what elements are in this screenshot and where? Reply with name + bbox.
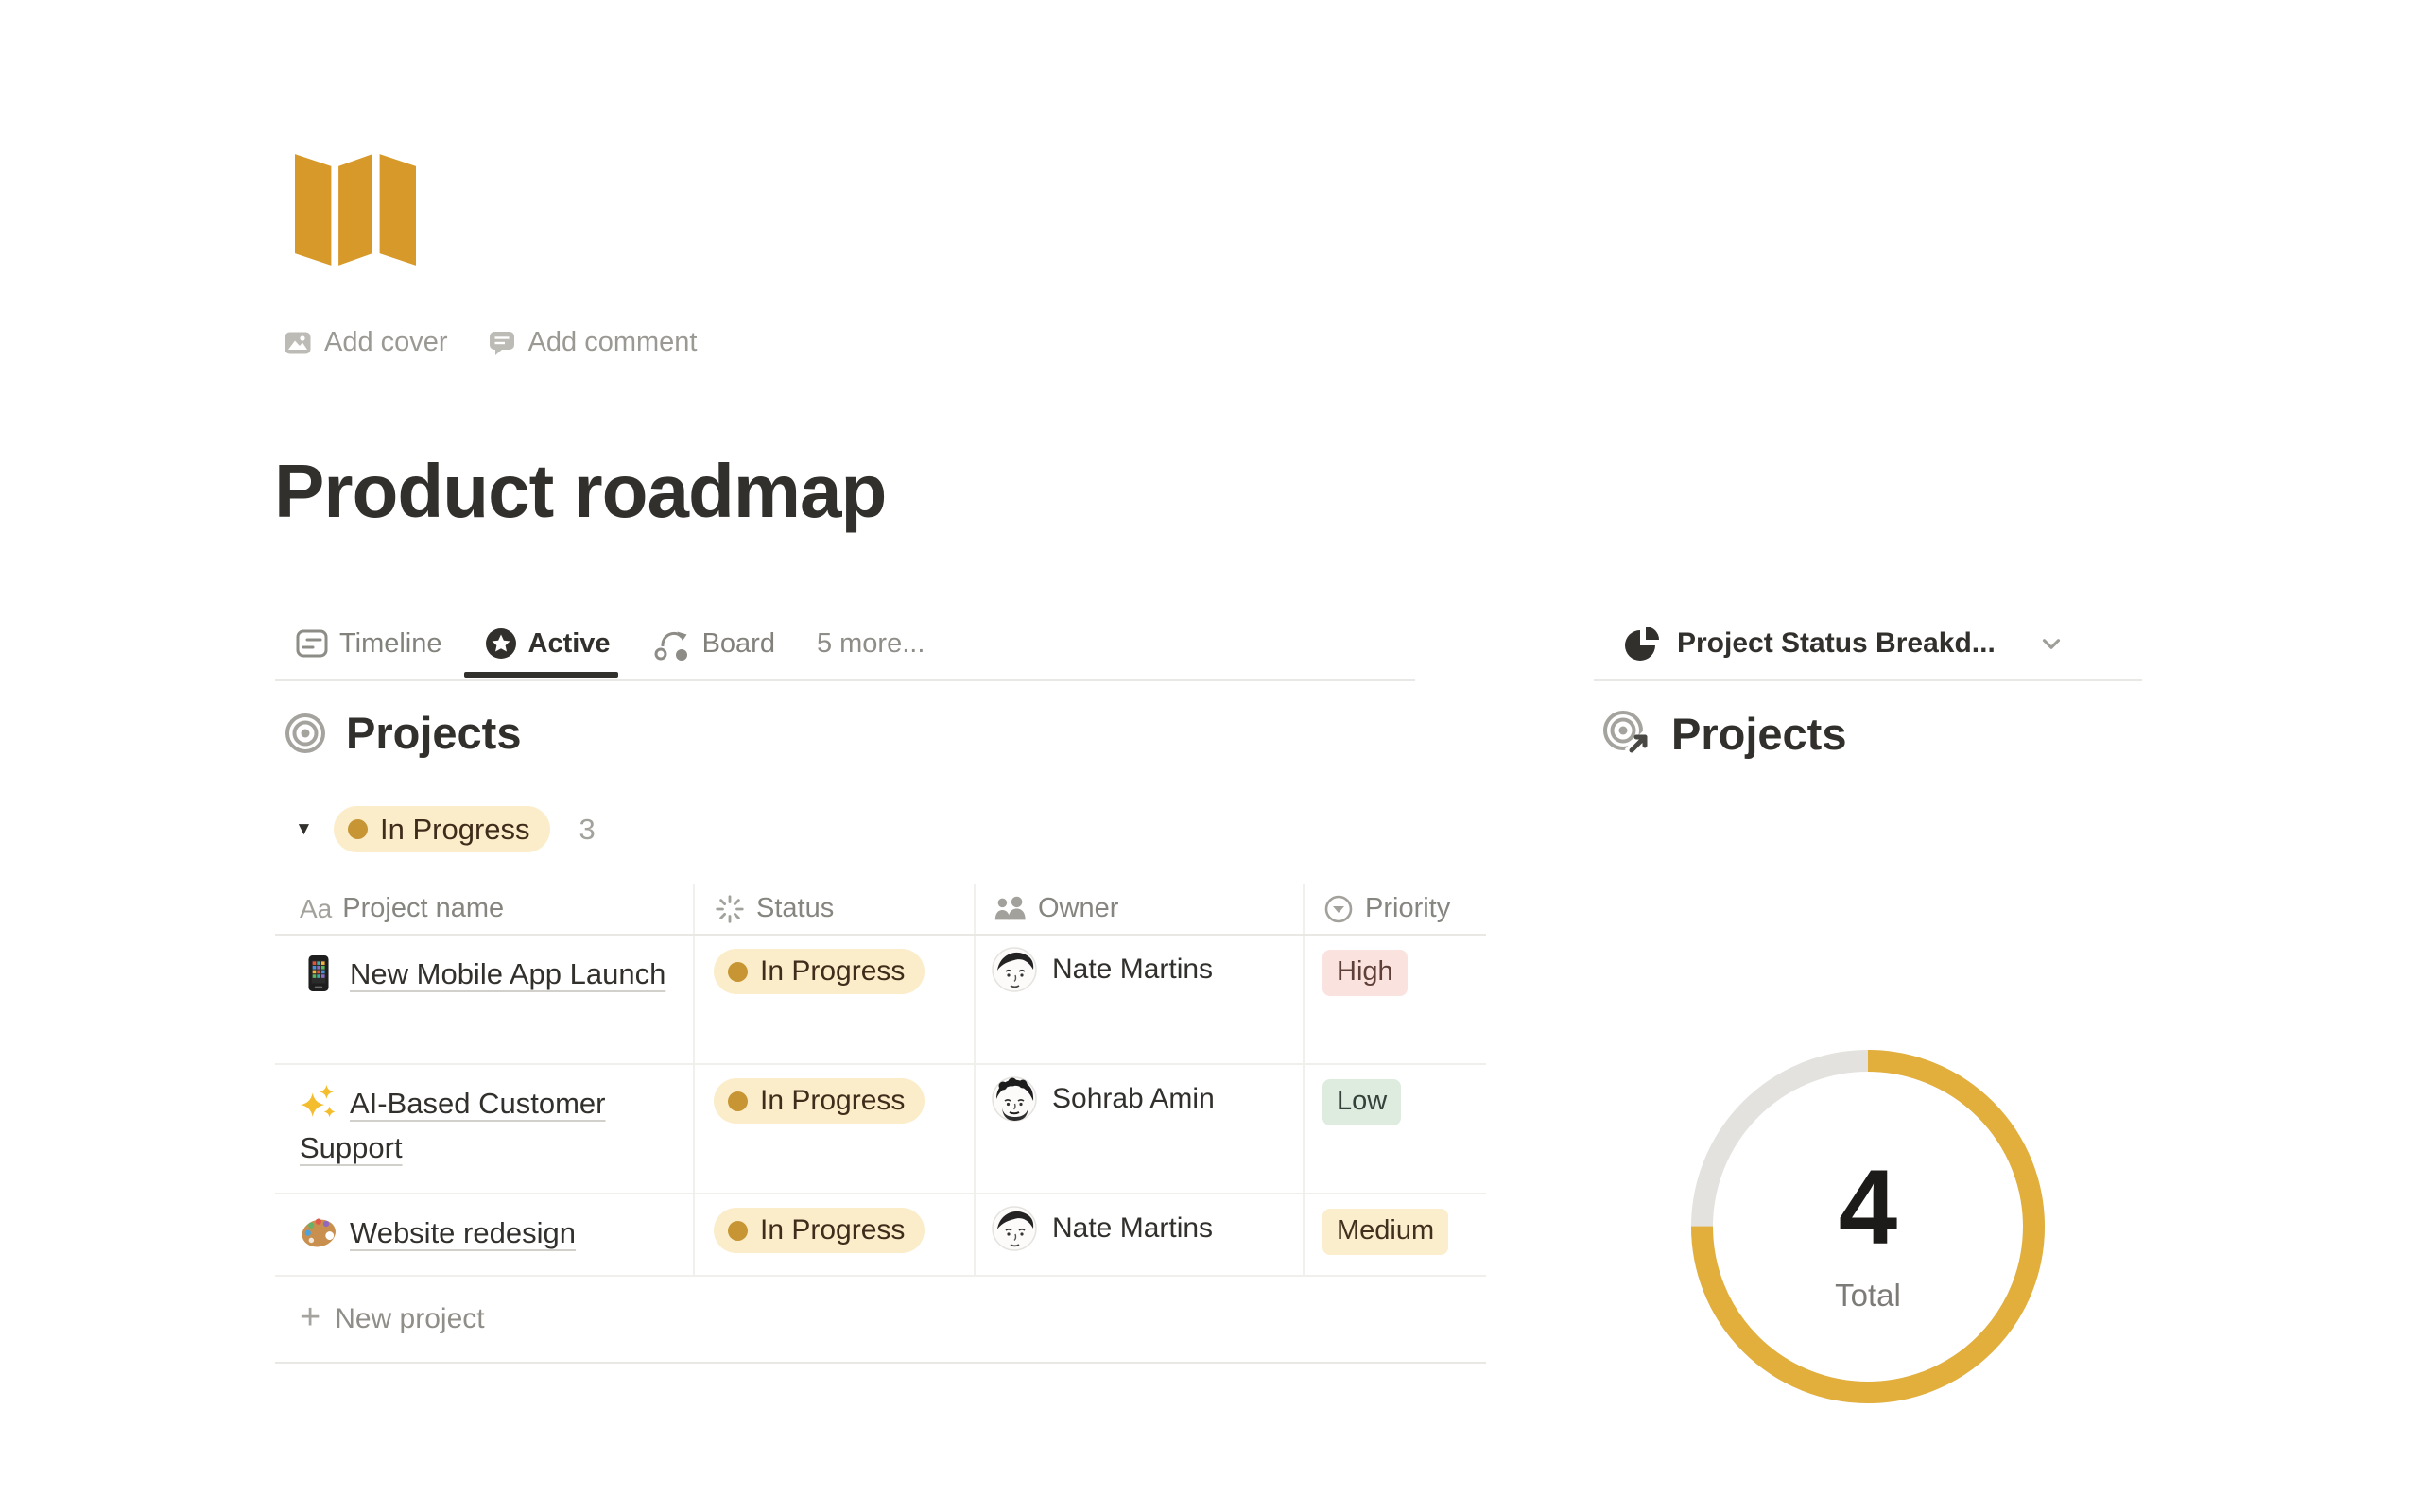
- page-icon-map[interactable]: [285, 149, 425, 270]
- people-icon: [992, 893, 1028, 925]
- projects-table: Aa Project name Status: [275, 884, 1486, 1364]
- tabs-more-label: 5 more...: [817, 628, 925, 660]
- project-name-link[interactable]: New Mobile App Launch: [350, 957, 666, 990]
- target-arrow-icon: [1599, 707, 1652, 760]
- left-divider: [275, 679, 1415, 681]
- status-dot-icon: [348, 819, 368, 839]
- priority-cell[interactable]: Medium: [1305, 1194, 1486, 1275]
- new-project-button[interactable]: + New project: [275, 1277, 1486, 1364]
- priority-select-icon: [1322, 893, 1355, 925]
- widget-title: Project Status Breakd...: [1677, 627, 1996, 660]
- status-badge[interactable]: In Progress: [714, 1078, 925, 1124]
- star-view-icon: [484, 627, 518, 661]
- linked-projects-heading-label[interactable]: Projects: [1671, 708, 1846, 760]
- group-status-label: In Progress: [380, 813, 530, 847]
- folded-map-icon: [285, 149, 425, 270]
- status-badge[interactable]: In Progress: [714, 949, 925, 994]
- text-Aa-icon: Aa: [300, 894, 332, 924]
- plus-icon: +: [300, 1299, 320, 1335]
- status-burst-icon: [714, 893, 746, 925]
- target-icon: [284, 712, 327, 755]
- add-cover-label: Add cover: [324, 327, 448, 358]
- tab-active-label: Active: [528, 628, 611, 660]
- project-name-cell[interactable]: AI-Based Customer Support: [275, 1065, 695, 1193]
- projects-heading-label[interactable]: Projects: [346, 707, 521, 759]
- status-cell[interactable]: In Progress: [695, 936, 976, 1063]
- notion-page: Add cover Add comment Product roadmap Ti…: [0, 0, 2420, 1512]
- donut-total-value: 4: [1839, 1155, 1897, 1261]
- page-title[interactable]: Product roadmap: [274, 448, 886, 535]
- picture-icon: [284, 329, 312, 357]
- projects-section-heading: Projects: [284, 707, 521, 759]
- comment-icon: [488, 329, 516, 357]
- chevron-down-icon[interactable]: [2036, 628, 2066, 659]
- status-cell[interactable]: In Progress: [695, 1194, 976, 1275]
- project-name-link[interactable]: AI-Based Customer Support: [300, 1087, 606, 1164]
- status-dot-icon: [728, 1221, 748, 1241]
- add-comment-label: Add comment: [528, 327, 698, 358]
- status-badge[interactable]: In Progress: [714, 1208, 925, 1253]
- add-cover-button[interactable]: Add cover: [284, 327, 448, 358]
- group-toggle-icon[interactable]: ▼: [295, 819, 321, 840]
- owner-name: Nate Martins: [1052, 947, 1213, 992]
- tab-board[interactable]: Board: [652, 610, 775, 678]
- tab-board-label: Board: [702, 628, 775, 660]
- avatar-nate-martins[interactable]: [992, 947, 1037, 992]
- owner-cell[interactable]: Nate Martins: [976, 936, 1305, 1063]
- donut-center: 4 Total: [1691, 1050, 2045, 1403]
- owner-cell[interactable]: Nate Martins: [976, 1194, 1305, 1275]
- page-actions: Add cover Add comment: [284, 327, 698, 358]
- artist-palette-emoji: [300, 1213, 337, 1251]
- priority-badge[interactable]: Low: [1322, 1079, 1401, 1125]
- mobile-phone-emoji: [300, 954, 337, 992]
- tab-timeline-label: Timeline: [339, 628, 442, 660]
- status-cell[interactable]: In Progress: [695, 1065, 976, 1193]
- column-header-status[interactable]: Status: [695, 884, 976, 934]
- status-dot-icon: [728, 962, 748, 982]
- pie-chart-icon: [1623, 625, 1661, 662]
- group-status-badge[interactable]: In Progress: [334, 806, 550, 852]
- right-divider: [1594, 679, 2142, 681]
- column-header-project-name[interactable]: Aa Project name: [275, 884, 695, 934]
- project-name-cell[interactable]: New Mobile App Launch: [275, 936, 695, 1063]
- owner-name: Nate Martins: [1052, 1206, 1213, 1251]
- table-header-row: Aa Project name Status: [275, 884, 1486, 936]
- project-name-cell[interactable]: Website redesign: [275, 1194, 695, 1275]
- column-header-priority[interactable]: Priority: [1305, 884, 1486, 934]
- avatar-sohrab-amin[interactable]: [992, 1076, 1037, 1122]
- owner-cell[interactable]: Sohrab Amin: [976, 1065, 1305, 1193]
- linked-projects-heading: Projects: [1599, 707, 1846, 760]
- priority-badge[interactable]: High: [1322, 950, 1408, 996]
- board-view-icon: [652, 625, 692, 662]
- tab-active[interactable]: Active: [484, 610, 611, 678]
- priority-cell[interactable]: High: [1305, 936, 1486, 1063]
- tabs-more-button[interactable]: 5 more...: [817, 610, 925, 678]
- donut-total-label: Total: [1835, 1278, 1901, 1314]
- table-row: Website redesign In Progress: [275, 1194, 1486, 1277]
- widget-header[interactable]: Project Status Breakd...: [1623, 610, 2066, 678]
- table-row: New Mobile App Launch In Progress: [275, 936, 1486, 1065]
- priority-cell[interactable]: Low: [1305, 1065, 1486, 1193]
- status-dot-icon: [728, 1091, 748, 1111]
- status-donut-chart[interactable]: 4 Total: [1691, 1050, 2045, 1403]
- timeline-view-icon: [295, 627, 329, 661]
- view-tabs: Timeline Active Board 5 more...: [295, 610, 925, 678]
- sparkles-emoji: [300, 1084, 337, 1122]
- owner-name: Sohrab Amin: [1052, 1076, 1215, 1122]
- group-header-in-progress: ▼ In Progress 3: [295, 806, 596, 852]
- tab-timeline[interactable]: Timeline: [295, 610, 442, 678]
- project-name-link[interactable]: Website redesign: [350, 1216, 576, 1249]
- new-project-label: New project: [335, 1303, 484, 1335]
- priority-badge[interactable]: Medium: [1322, 1209, 1448, 1255]
- table-row: AI-Based Customer Support In Progress: [275, 1065, 1486, 1194]
- group-count: 3: [579, 813, 596, 847]
- column-header-owner[interactable]: Owner: [976, 884, 1305, 934]
- add-comment-button[interactable]: Add comment: [488, 327, 698, 358]
- avatar-nate-martins[interactable]: [992, 1206, 1037, 1251]
